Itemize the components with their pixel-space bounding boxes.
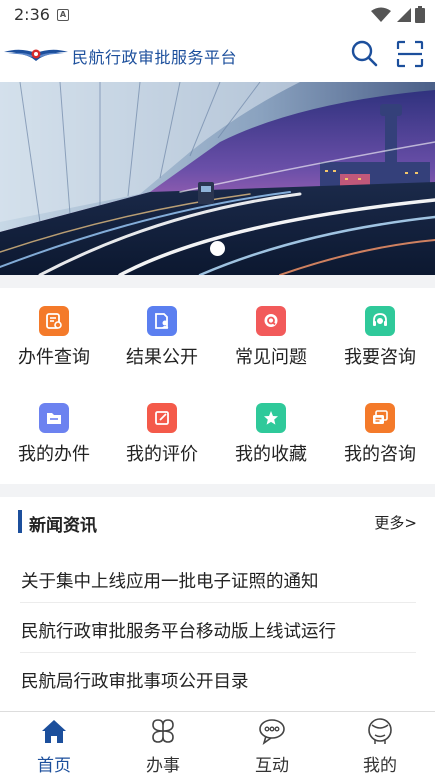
news-title-accent — [18, 510, 22, 533]
grid-label: 结果公开 — [126, 347, 198, 368]
scan-button[interactable] — [394, 38, 426, 70]
services-icon — [152, 719, 174, 743]
tab-home[interactable]: 首页 — [0, 712, 108, 773]
status-time: 2:36 — [14, 5, 50, 24]
grid-item-my-consults[interactable]: 我的咨询 — [326, 385, 434, 465]
wifi-icon — [371, 7, 391, 22]
status-indicators — [371, 6, 425, 23]
grid-item-faq[interactable]: 常见问题 — [217, 288, 325, 368]
app-title: 民航行政审批服务平台 — [72, 48, 238, 67]
grid-label: 我的办件 — [18, 444, 90, 465]
profile-icon — [368, 718, 392, 744]
chat-bubbles-icon — [365, 403, 395, 433]
grid-label: 常见问题 — [235, 347, 307, 368]
news-item-title: 民航局行政审批事项公开目录 — [21, 672, 249, 692]
question-chat-icon — [256, 306, 286, 336]
search-button[interactable] — [349, 38, 381, 70]
grid-item-my-reviews[interactable]: 我的评价 — [108, 385, 216, 465]
grid-item-consult[interactable]: 我要咨询 — [326, 288, 434, 368]
battery-icon — [415, 6, 425, 23]
grid-item-my-cases[interactable]: 我的办件 — [0, 385, 108, 465]
tab-profile[interactable]: 我的 — [326, 712, 434, 773]
news-item[interactable]: 民航局行政审批事项公开目录 — [20, 653, 416, 703]
grid-label: 我要咨询 — [344, 347, 416, 368]
bottom-tab-bar: 首页 办事 互动 我的 — [0, 711, 435, 773]
folder-icon — [39, 403, 69, 433]
grid-item-case-query[interactable]: 办件查询 — [0, 288, 108, 368]
app-header: 民航行政审批服务平台 — [0, 30, 435, 78]
edit-note-icon — [147, 403, 177, 433]
news-item-title: 关于集中上线应用一批电子证照的通知 — [21, 572, 319, 592]
news-more-link[interactable]: 更多> — [374, 512, 417, 533]
tab-services[interactable]: 办事 — [109, 712, 217, 773]
signal-icon — [397, 7, 411, 22]
tab-interaction[interactable]: 互动 — [218, 712, 326, 773]
news-item-title: 民航行政审批服务平台移动版上线试运行 — [21, 622, 336, 642]
scan-icon — [396, 40, 424, 68]
interaction-icon — [259, 719, 285, 745]
document-user-icon — [147, 306, 177, 336]
tab-label: 办事 — [146, 756, 180, 773]
home-icon — [42, 720, 66, 743]
news-item[interactable]: 民航行政审批服务平台移动版上线试运行 — [20, 603, 416, 653]
notification-a-icon: A — [57, 9, 69, 21]
grid-item-my-favorites[interactable]: 我的收藏 — [217, 385, 325, 465]
news-item[interactable]: 关于集中上线应用一批电子证照的通知 — [20, 553, 416, 603]
tab-label: 互动 — [255, 756, 289, 773]
caac-logo-icon — [4, 49, 68, 61]
quick-services-grid: 办件查询 结果公开 常见问题 我要咨询 我的办件 我的评价 我的收藏 我的咨询 — [0, 288, 435, 484]
tab-label: 首页 — [37, 756, 71, 773]
section-divider — [0, 484, 435, 497]
news-section-title: 新闻资讯 — [29, 516, 97, 536]
grid-label: 我的咨询 — [344, 444, 416, 465]
search-icon — [351, 40, 378, 67]
grid-label: 我的收藏 — [235, 444, 307, 465]
headset-icon — [365, 306, 395, 336]
grid-label: 我的评价 — [126, 444, 198, 465]
document-search-icon — [39, 306, 69, 336]
grid-label: 办件查询 — [18, 347, 90, 368]
news-section: 新闻资讯 更多> 关于集中上线应用一批电子证照的通知 民航行政审批服务平台移动版… — [0, 497, 435, 711]
carousel-dot-active[interactable] — [210, 241, 225, 256]
banner-carousel[interactable] — [0, 82, 435, 275]
star-icon — [256, 403, 286, 433]
grid-item-results-public[interactable]: 结果公开 — [108, 288, 216, 368]
tab-label: 我的 — [363, 756, 397, 773]
status-bar: 2:36 A — [0, 0, 435, 30]
section-divider — [0, 275, 435, 288]
